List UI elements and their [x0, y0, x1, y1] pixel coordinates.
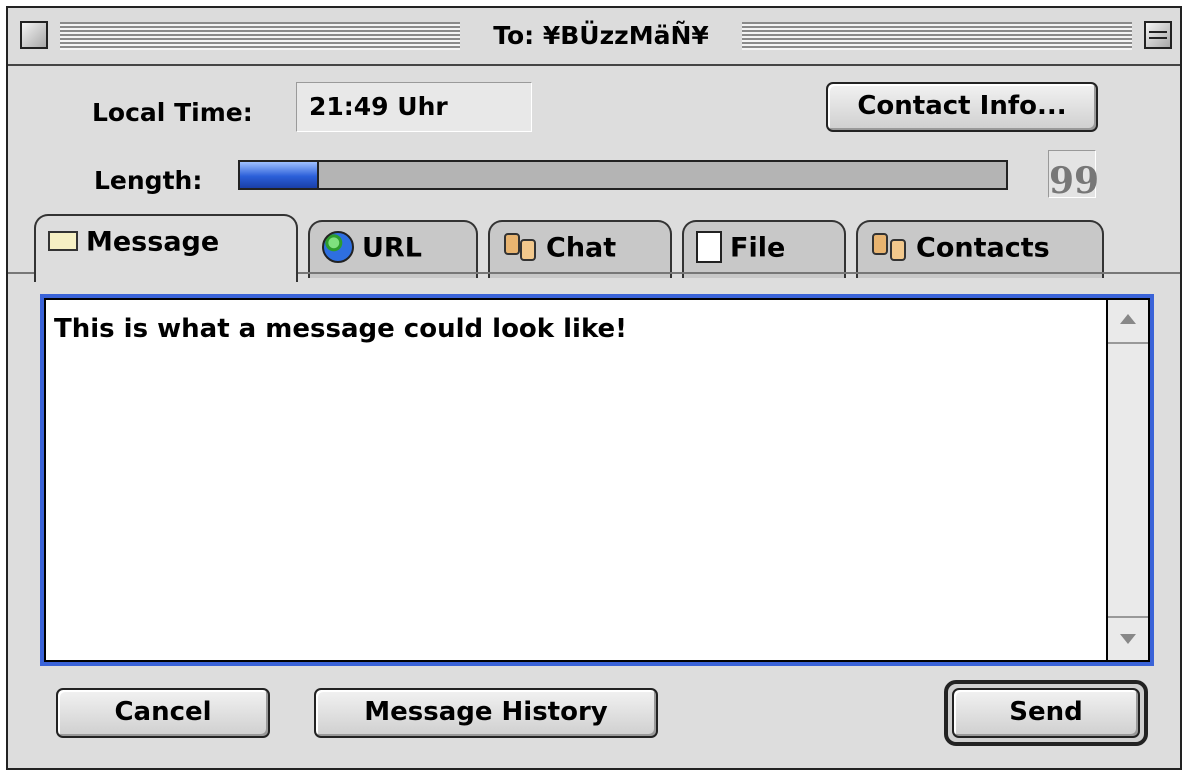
- message-window: To: ¥BÜzzMäÑ¥ Local Time: 21:49 Uhr Cont…: [6, 6, 1182, 770]
- tab-bar: Message URL Chat File Contacts: [34, 214, 1134, 282]
- tab-label: File: [730, 232, 786, 264]
- contact-info-button[interactable]: Contact Info...: [826, 82, 1098, 132]
- send-button[interactable]: Send: [952, 688, 1140, 738]
- title-bar[interactable]: To: ¥BÜzzMäÑ¥: [8, 8, 1180, 66]
- tab-chat[interactable]: Chat: [488, 220, 672, 278]
- message-body[interactable]: This is what a message could look like!: [54, 314, 627, 344]
- message-history-button[interactable]: Message History: [314, 688, 658, 738]
- close-box[interactable]: [20, 21, 48, 49]
- cancel-button[interactable]: Cancel: [56, 688, 270, 738]
- collapse-box[interactable]: [1144, 21, 1172, 49]
- tab-contacts[interactable]: Contacts: [856, 220, 1104, 278]
- tab-file[interactable]: File: [682, 220, 846, 278]
- vertical-scrollbar[interactable]: [1106, 300, 1148, 660]
- scroll-up-arrow-icon[interactable]: [1108, 300, 1148, 344]
- globe-icon: [322, 230, 354, 263]
- window-title: To: ¥BÜzzMäÑ¥: [470, 20, 732, 52]
- envelope-icon: [48, 230, 78, 251]
- tab-label: URL: [362, 232, 422, 264]
- local-time-field: 21:49 Uhr: [296, 82, 532, 132]
- tab-label: Message: [86, 226, 220, 258]
- quote-button[interactable]: 99: [1048, 150, 1099, 202]
- title-bar-stripes: [742, 22, 1132, 50]
- tab-url[interactable]: URL: [308, 220, 478, 278]
- tab-label: Contacts: [916, 232, 1050, 264]
- message-text-area[interactable]: This is what a message could look like!: [40, 294, 1154, 666]
- length-progress-bar: [238, 160, 1008, 190]
- scroll-down-arrow-icon[interactable]: [1108, 616, 1148, 660]
- chat-faces-icon: [502, 231, 538, 263]
- length-label: Length:: [94, 166, 203, 195]
- document-icon: [696, 230, 722, 263]
- contacts-exchange-icon: [870, 231, 908, 263]
- length-progress-fill: [240, 162, 319, 188]
- title-bar-stripes: [60, 22, 460, 50]
- tab-message[interactable]: Message: [34, 214, 298, 282]
- tab-label: Chat: [546, 232, 617, 264]
- local-time-label: Local Time:: [92, 98, 253, 127]
